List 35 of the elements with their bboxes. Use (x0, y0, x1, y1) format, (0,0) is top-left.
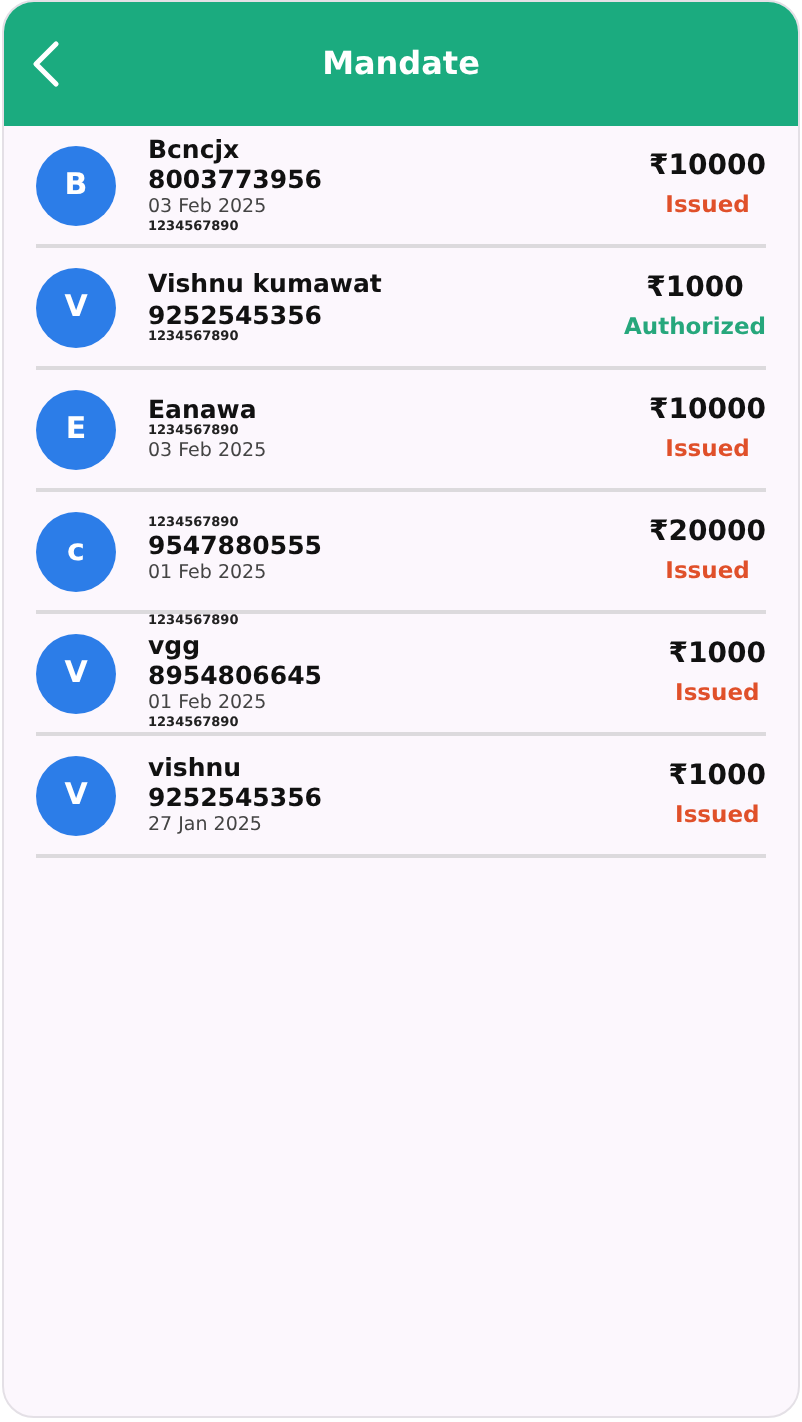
mandate-date: 27 Jan 2025 (148, 813, 262, 839)
avatar: V (36, 267, 116, 347)
status-label: Authorized (623, 310, 766, 345)
avatar: c (36, 511, 116, 591)
status-label: Issued (675, 798, 760, 833)
status-label: Issued (675, 676, 760, 711)
amount: ₹1000 (668, 636, 766, 675)
amount: ₹1000 (668, 758, 766, 797)
customer-name: vgg (148, 629, 201, 661)
phone-number: 8954806645 (148, 660, 322, 692)
phone-number: 9252545356 (148, 299, 322, 330)
avatar: V (36, 633, 116, 713)
amount: ₹1000 (646, 270, 744, 309)
customer-name: Eanawa (148, 393, 257, 424)
status-label: Issued (665, 188, 750, 223)
mandate-date: 01 Feb 2025 (148, 562, 267, 587)
avatar: B (36, 145, 116, 225)
status-label: Issued (665, 554, 750, 589)
phone-number: 9547880555 (148, 530, 322, 563)
customer-name: Vishnu kumawat (148, 267, 382, 300)
customer-name: vishnu (148, 751, 242, 783)
phone-number: 8003773956 (148, 164, 322, 197)
page-title: Mandate (322, 42, 480, 86)
amount: ₹20000 (649, 514, 766, 553)
avatar: E (36, 389, 116, 469)
status-label: Issued (665, 432, 750, 467)
mandate-date: 03 Feb 2025 (148, 440, 267, 465)
mandate-date: 03 Feb 2025 (148, 196, 267, 220)
phone-number: 9252545356 (148, 782, 322, 814)
amount: ₹10000 (649, 148, 766, 187)
back-icon (32, 39, 60, 88)
avatar: V (36, 755, 116, 835)
customer-name: Bcncjx (148, 133, 240, 165)
amount: ₹10000 (649, 392, 766, 431)
mandate-date: 01 Feb 2025 (148, 691, 267, 716)
